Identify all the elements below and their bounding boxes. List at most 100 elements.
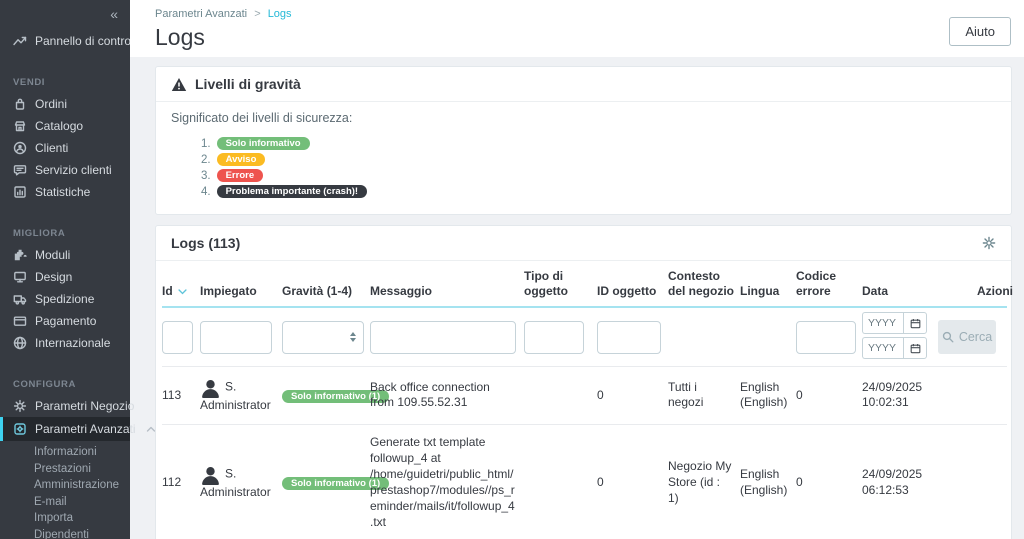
advanced-parameters-icon xyxy=(14,423,26,435)
column-header-id[interactable]: Id xyxy=(162,261,200,307)
severity-panel-body: Significato dei livelli di sicurezza: 1.… xyxy=(156,102,1011,214)
sidebar-item-catalogo[interactable]: Catalogo xyxy=(0,115,130,137)
sidebar-item-label: Servizio clienti xyxy=(35,163,112,177)
sidebar-item-label: Parametri Avanzati xyxy=(35,422,136,436)
sidebar-item-label: Spedizione xyxy=(35,292,95,306)
sidebar-section-migliora: MIGLIORA xyxy=(13,228,66,239)
filter-object-id-input[interactable] xyxy=(597,320,661,354)
filter-id-input[interactable] xyxy=(162,320,193,354)
sidebar-item-label: Design xyxy=(35,270,73,284)
sidebar-item-label: Clienti xyxy=(35,141,69,155)
cell-employee: S. Administrator xyxy=(200,424,282,539)
sidebar-item-ordini[interactable]: Ordini xyxy=(0,93,130,115)
payment-icon xyxy=(13,316,27,326)
logs-filter-row: Cerca xyxy=(162,307,1007,367)
cell-language: English (English) xyxy=(740,424,796,539)
sidebar-item-label: Moduli xyxy=(35,248,71,262)
column-header-severity: Gravità (1-4) xyxy=(282,284,353,298)
store-icon xyxy=(14,121,26,132)
sidebar-item-label: Catalogo xyxy=(35,119,84,133)
table-settings-button[interactable] xyxy=(982,236,996,250)
breadcrumb: Parametri Avanzati > Logs xyxy=(155,8,1011,20)
breadcrumb-current-link[interactable]: Logs xyxy=(268,8,292,20)
cell-object-type xyxy=(524,424,597,539)
submenu-item-email[interactable]: E-mail xyxy=(0,494,130,511)
severity-level-number: 1. xyxy=(201,137,211,150)
severity-level-badge: Solo informativo xyxy=(216,137,310,150)
sidebar-collapse-button[interactable]: « xyxy=(0,0,130,24)
column-header-message: Messaggio xyxy=(370,284,433,298)
logs-table: Id Impiegato Gravità (1-4) Messaggio Tip… xyxy=(162,261,1013,539)
cell-id: 112 xyxy=(162,424,200,539)
gear-icon xyxy=(982,236,996,250)
filter-severity-select[interactable] xyxy=(282,320,364,354)
severity-level-badge: Errore xyxy=(216,169,264,182)
cell-error-code: 0 xyxy=(796,424,862,539)
severity-level-item: 1. Solo informativo xyxy=(201,136,996,151)
sidebar-item-label: Statistiche xyxy=(35,185,91,199)
sidebar-item-servizio-clienti[interactable]: Servizio clienti xyxy=(0,159,130,181)
severity-panel-header: Livelli di gravità xyxy=(156,67,1011,102)
page-content: Livelli di gravità Significato dei livel… xyxy=(130,57,1024,539)
advanced-parameters-submenu: Informazioni Prestazioni Amministrazione… xyxy=(0,441,130,539)
sidebar-item-dashboard[interactable]: Pannello di controllo xyxy=(0,30,143,52)
sidebar-item-label: Parametri Negozio xyxy=(35,399,135,413)
column-header-employee: Impiegato xyxy=(200,284,257,298)
severity-levels-list: 1. Solo informativo 2. Avviso 3. Errore xyxy=(201,136,996,199)
calendar-icon xyxy=(910,318,920,328)
submenu-item-informazioni[interactable]: Informazioni xyxy=(0,444,130,461)
severity-level-badge: Problema importante (crash)! xyxy=(216,185,368,198)
sidebar-item-statistiche[interactable]: Statistiche xyxy=(0,181,130,203)
column-header-date: Data xyxy=(862,284,889,298)
calendar-icon xyxy=(910,343,920,353)
sort-desc-icon xyxy=(178,288,187,294)
submenu-item-importa[interactable]: Importa xyxy=(0,510,130,527)
table-row: 112 S. Administrator Solo informativo (1… xyxy=(162,424,1007,539)
search-button[interactable]: Cerca xyxy=(938,320,996,354)
sidebar-item-design[interactable]: Design xyxy=(0,266,130,288)
cell-object-type xyxy=(524,366,597,425)
cell-language: English (English) xyxy=(740,366,796,425)
filter-object-type-input[interactable] xyxy=(524,320,584,354)
breadcrumb-parent: Parametri Avanzati xyxy=(155,8,248,20)
sidebar-item-clienti[interactable]: Clienti xyxy=(0,137,130,159)
cell-severity: Solo informativo (1) xyxy=(282,366,390,425)
chat-icon xyxy=(13,165,27,176)
sidebar-item-internazionale[interactable]: Internazionale xyxy=(0,332,130,354)
cell-object-id: 0 xyxy=(597,366,668,425)
globe-icon xyxy=(13,336,27,350)
severity-level-item: 3. Errore xyxy=(201,168,996,183)
submenu-item-amministrazione[interactable]: Amministrazione xyxy=(0,477,130,494)
filter-date-from-input[interactable] xyxy=(862,312,903,334)
sidebar-section-configura: CONFIGURA xyxy=(13,379,76,390)
avatar-icon xyxy=(202,467,219,486)
sidebar-item-moduli[interactable]: Moduli xyxy=(0,244,130,266)
orders-icon xyxy=(15,98,25,110)
logs-panel: Logs (113) Id Impiegato Gravità (1-4) Me… xyxy=(155,225,1013,539)
severity-level-item: 4. Problema importante (crash)! xyxy=(201,184,996,199)
sidebar-item-spedizione[interactable]: Spedizione xyxy=(0,288,130,310)
cell-employee: S. Administrator xyxy=(200,366,282,425)
sidebar-item-parametri-avanzati[interactable]: Parametri Avanzati xyxy=(0,417,155,441)
date-from-calendar-button[interactable] xyxy=(903,312,927,334)
cell-message: Generate txt template followup_4 at /hom… xyxy=(370,424,524,539)
cell-shop-context: Tutti i negozi xyxy=(668,366,740,425)
date-to-calendar-button[interactable] xyxy=(903,337,927,359)
filter-employee-input[interactable] xyxy=(200,320,272,354)
filter-message-input[interactable] xyxy=(370,320,516,354)
filter-date-to-input[interactable] xyxy=(862,337,903,359)
filter-error-code-input[interactable] xyxy=(796,320,856,354)
sidebar-item-label: Pagamento xyxy=(35,314,97,328)
cell-actions xyxy=(977,424,1007,539)
customer-icon xyxy=(13,141,27,155)
severity-level-number: 3. xyxy=(201,169,211,182)
submenu-item-prestazioni[interactable]: Prestazioni xyxy=(0,461,130,478)
help-button[interactable]: Aiuto xyxy=(949,17,1011,46)
page-header: Parametri Avanzati > Logs Logs Aiuto xyxy=(130,0,1024,57)
sidebar-item-pagamento[interactable]: Pagamento xyxy=(0,310,130,332)
sidebar-item-label: Ordini xyxy=(35,97,68,111)
submenu-item-dipendenti[interactable]: Dipendenti xyxy=(0,527,130,539)
sidebar-item-parametri-negozio[interactable]: Parametri Negozio xyxy=(0,395,134,417)
search-icon xyxy=(942,331,954,343)
severity-panel-title: Livelli di gravità xyxy=(195,76,301,92)
